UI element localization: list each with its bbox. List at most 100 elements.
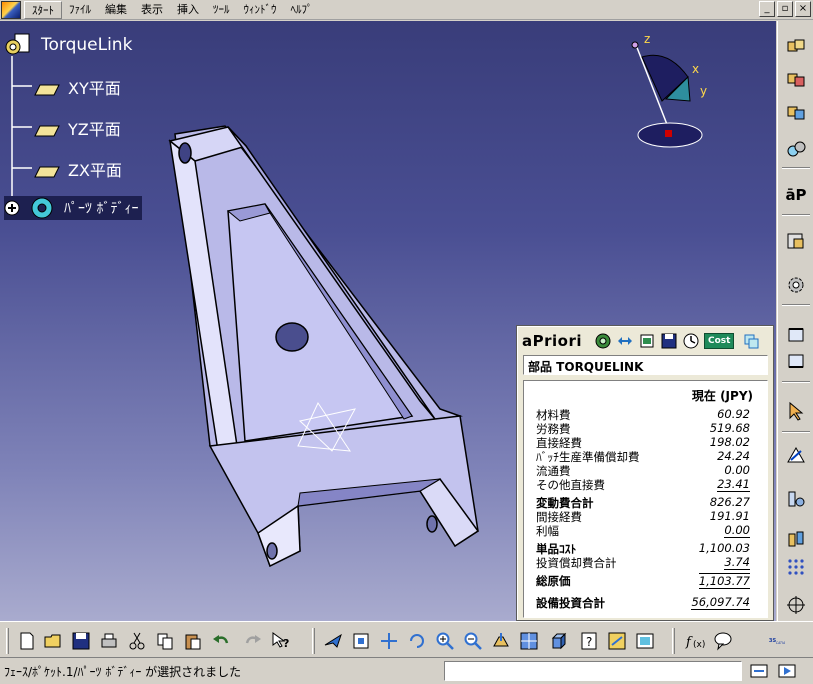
compass-widget[interactable]: z x y <box>628 29 718 154</box>
cost-value: 519.68 <box>709 421 750 435</box>
menu-help[interactable]: ﾍﾙﾌﾟ <box>284 1 320 19</box>
pan-icon[interactable] <box>378 630 400 652</box>
zoom-in-icon[interactable] <box>434 630 456 652</box>
cost-label: その他直接費 <box>536 478 605 492</box>
fit-all-icon[interactable] <box>350 630 372 652</box>
restore-button[interactable]: ▫ <box>777 1 793 17</box>
cost-value: 0.00 <box>724 523 750 538</box>
new-icon[interactable] <box>16 630 38 652</box>
tree-item-label: XY平面 <box>68 79 121 98</box>
multi-view-icon[interactable] <box>518 630 540 652</box>
comment-icon[interactable] <box>712 630 734 652</box>
tree-item-label: YZ平面 <box>68 120 121 139</box>
swap-icon[interactable] <box>606 630 628 652</box>
toolbar-grip[interactable] <box>672 628 675 654</box>
cost-label: 総原価 <box>536 574 571 588</box>
close-button[interactable]: × <box>795 1 811 17</box>
body-insert-icon[interactable] <box>783 68 809 92</box>
snap-bottom-icon[interactable] <box>783 349 809 373</box>
toolbar-grip[interactable] <box>6 628 9 654</box>
save-icon[interactable] <box>70 630 92 652</box>
tree-item-label: ﾊﾟｰﾂ ﾎﾞﾃﾞｨｰ <box>64 201 139 217</box>
report-icon[interactable] <box>638 332 656 350</box>
cost-row: 単品ｺｽﾄ 1,100.03 <box>536 541 750 556</box>
cost-row: 直接経費 198.02 <box>536 435 750 450</box>
tree-item-yz-plane[interactable]: YZ平面 <box>34 116 121 140</box>
material-icon[interactable] <box>783 137 809 161</box>
zoom-out-icon[interactable] <box>462 630 484 652</box>
cost-value: 198.02 <box>709 435 750 449</box>
toolbar-grip[interactable] <box>312 628 315 654</box>
normal-view-icon[interactable] <box>490 630 512 652</box>
cost-label: 設備投資合計 <box>536 596 605 610</box>
compass-icon[interactable] <box>783 593 809 617</box>
svg-text:?: ? <box>586 635 592 649</box>
iso-view-icon[interactable] <box>548 630 570 652</box>
hide-show-icon[interactable]: ? <box>578 630 600 652</box>
help-icon[interactable]: ? <box>270 630 292 652</box>
copy-icon[interactable] <box>154 630 176 652</box>
clock-icon[interactable] <box>682 332 700 350</box>
apriori-logo-icon[interactable]: āP <box>783 183 809 207</box>
menu-start[interactable]: ｽﾀｰﾄ <box>24 0 62 19</box>
command-clear-icon[interactable] <box>748 662 770 680</box>
cost-row: 材料費 60.92 <box>536 407 750 422</box>
command-run-icon[interactable] <box>776 662 798 680</box>
sketch-icon[interactable] <box>783 443 809 467</box>
cost-row: 総原価 1,103.77 <box>536 573 750 589</box>
toolbar-separator <box>782 167 810 169</box>
menu-insert[interactable]: 挿入 <box>170 1 206 19</box>
menu-bar: ｽﾀｰﾄ ﾌｧｲﾙ 編集 表示 挿入 ﾂｰﾙ ｳｨﾝﾄﾞｳ ﾍﾙﾌﾟ _ ▫ × <box>0 0 813 20</box>
tree-item-zx-plane[interactable]: ZX平面 <box>34 157 122 181</box>
undo-icon[interactable] <box>210 630 232 652</box>
swap-arrows-icon[interactable] <box>616 332 634 350</box>
cost-button[interactable]: Cost <box>704 333 735 349</box>
grid-icon[interactable] <box>783 555 809 579</box>
apriori-cost-panel: aPriori Cost 部品 TORQUELINK 現在 (JPY) 材料費 6… <box>516 325 774 621</box>
menu-view[interactable]: 表示 <box>134 1 170 19</box>
view-cube-icon[interactable] <box>783 527 809 551</box>
catia-logo-icon: 3S CATIA <box>750 630 806 652</box>
formula-icon[interactable]: f (x) <box>684 630 706 652</box>
tree-root-torquelink[interactable]: TorqueLink <box>3 33 132 57</box>
cost-value: 826.27 <box>709 495 750 509</box>
tree-item-part-body[interactable]: ﾊﾟｰﾂ ﾎﾞﾃﾞｨｰ <box>4 196 143 220</box>
save-icon[interactable] <box>660 332 678 350</box>
target-icon[interactable] <box>594 332 612 350</box>
menu-file[interactable]: ﾌｧｲﾙ <box>62 1 98 19</box>
body-color-icon[interactable] <box>783 101 809 125</box>
redo-icon[interactable] <box>242 630 264 652</box>
menu-window[interactable]: ｳｨﾝﾄﾞｳ <box>237 1 284 19</box>
minimize-button[interactable]: _ <box>759 1 775 17</box>
snap-top-icon[interactable] <box>783 323 809 347</box>
compass-y-label: y <box>700 84 707 98</box>
command-input[interactable] <box>444 661 742 681</box>
catia-app-icon[interactable] <box>1 0 21 19</box>
plane-icon <box>34 81 60 96</box>
catalog-icon[interactable] <box>783 229 809 253</box>
open-icon[interactable] <box>42 630 64 652</box>
render-icon[interactable] <box>634 630 656 652</box>
gear-icon[interactable] <box>783 273 809 297</box>
tree-item-label: ZX平面 <box>68 161 122 180</box>
select-arrow-icon[interactable] <box>783 399 809 423</box>
cost-row: 変動費合計 826.27 <box>536 495 750 510</box>
bottom-toolbar: ? ? f (x) 3S CATIA <box>0 621 813 657</box>
toolbar-separator <box>782 304 810 306</box>
expand-plus-icon[interactable] <box>4 200 20 216</box>
print-icon[interactable] <box>98 630 120 652</box>
measure-icon[interactable] <box>783 487 809 511</box>
cost-row: その他直接費 23.41 <box>536 477 750 492</box>
cost-table: 現在 (JPY) 材料費 60.92 労務費 519.68 直接経費 198.02 ﾊ… <box>523 380 768 618</box>
copy-window-icon[interactable] <box>742 332 760 350</box>
fly-icon[interactable] <box>322 630 344 652</box>
cost-value: 1,100.03 <box>698 541 750 555</box>
tree-item-xy-plane[interactable]: XY平面 <box>34 75 121 99</box>
menu-tools[interactable]: ﾂｰﾙ <box>206 1 237 19</box>
rotate-icon[interactable] <box>406 630 428 652</box>
paste-icon[interactable] <box>182 630 204 652</box>
cut-icon[interactable] <box>126 630 148 652</box>
catia-label: CATIA <box>776 641 785 645</box>
menu-edit[interactable]: 編集 <box>98 1 134 19</box>
part-body-icon[interactable] <box>783 35 809 59</box>
